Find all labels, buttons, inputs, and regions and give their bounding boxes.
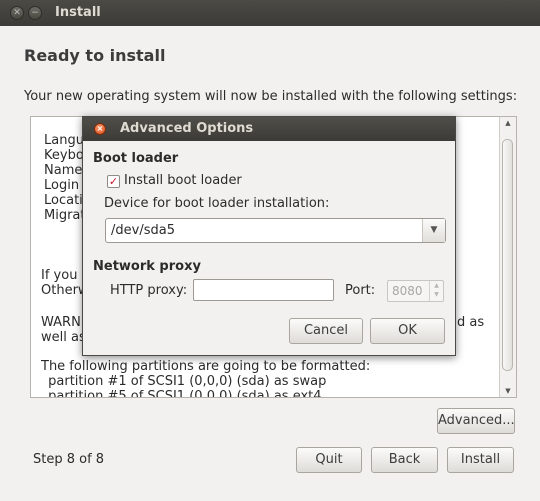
install-boot-loader-label[interactable]: Install boot loader — [124, 173, 242, 188]
quit-button[interactable]: Quit — [296, 447, 362, 473]
dialog-title: Advanced Options — [120, 121, 254, 136]
summary-line: Locati — [44, 193, 83, 208]
summary-line: well as — [41, 330, 86, 345]
spin-arrows-icon[interactable]: ▲ ▼ — [429, 281, 443, 301]
install-button[interactable]: Install — [447, 447, 514, 473]
page-title: Ready to install — [24, 46, 166, 65]
summary-line: Name: — [44, 163, 87, 178]
http-proxy-input[interactable] — [193, 279, 334, 301]
summary-line: Keybo — [44, 148, 84, 163]
scroll-up-icon[interactable]: ▲ — [500, 119, 516, 127]
boot-device-value: /dev/sda5 — [111, 223, 175, 238]
scroll-thumb[interactable] — [502, 139, 513, 371]
chevron-down-icon[interactable]: ▼ — [422, 219, 445, 242]
close-window-button[interactable]: ✕ — [10, 6, 24, 20]
boot-loader-heading: Boot loader — [93, 151, 179, 166]
scroll-down-icon[interactable]: ▼ — [500, 387, 516, 395]
advanced-button[interactable]: Advanced... — [437, 408, 515, 434]
summary-scrollbar[interactable]: ▲ ▼ — [499, 117, 516, 397]
port-value: 8080 — [392, 284, 423, 298]
window-titlebar: ✕ − Install — [0, 0, 540, 26]
http-proxy-label: HTTP proxy: — [110, 283, 188, 298]
port-spinner[interactable]: 8080 ▲ ▼ — [387, 280, 444, 302]
summary-line: The following partitions are going to be… — [41, 359, 371, 374]
back-button[interactable]: Back — [371, 447, 438, 473]
summary-line: partition #1 of SCSI1 (0,0,0) (sda) as s… — [44, 374, 327, 389]
cancel-button[interactable]: Cancel — [289, 318, 363, 344]
summary-line: WARN — [41, 315, 81, 330]
port-label: Port: — [345, 283, 376, 298]
window-title: Install — [55, 5, 101, 20]
summary-line: partition #5 of SCSI1 (0,0,0) (sda) as e… — [44, 389, 322, 398]
ok-button[interactable]: OK — [370, 318, 445, 344]
step-indicator: Step 8 of 8 — [33, 452, 105, 467]
dialog-titlebar: × Advanced Options — [83, 117, 455, 141]
advanced-options-dialog: × Advanced Options Boot loader ✓ Install… — [82, 116, 456, 356]
boot-device-select[interactable]: /dev/sda5 ▼ — [105, 218, 446, 243]
summary-fragment: d as — [457, 315, 485, 330]
intro-text: Your new operating system will now be in… — [24, 89, 518, 104]
network-proxy-heading: Network proxy — [93, 259, 201, 274]
summary-line: Migrat — [44, 208, 86, 223]
device-label: Device for boot loader installation: — [104, 196, 330, 211]
minimize-window-button[interactable]: − — [28, 6, 42, 20]
close-icon[interactable]: × — [94, 123, 106, 135]
install-boot-loader-checkbox[interactable]: ✓ — [107, 175, 120, 188]
